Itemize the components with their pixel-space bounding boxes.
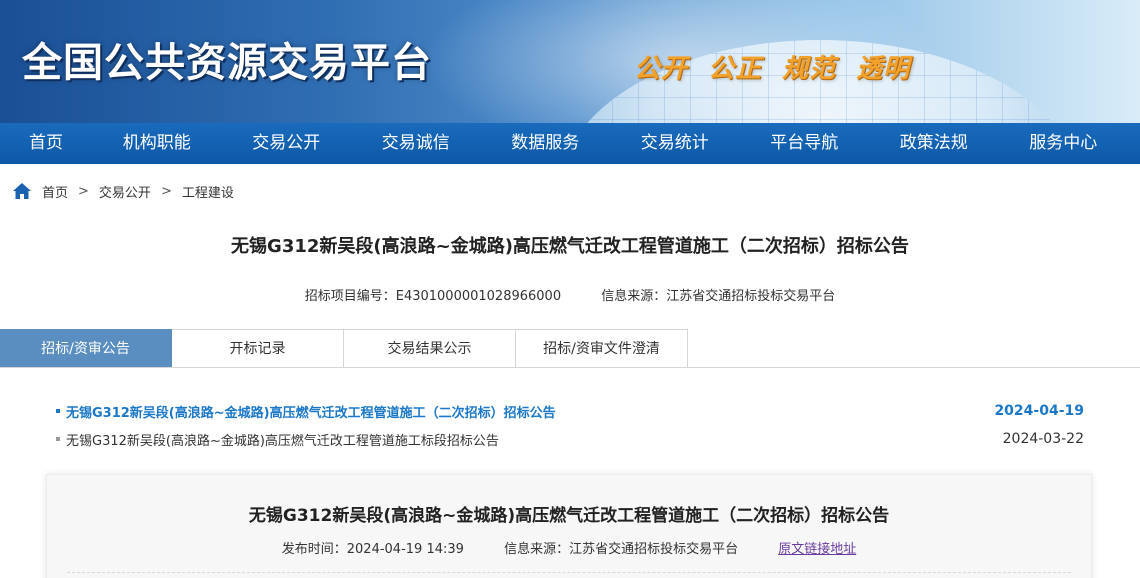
original-link[interactable]: 原文链接地址 — [778, 542, 856, 557]
breadcrumb-home[interactable]: 首页 — [42, 182, 68, 201]
breadcrumb-trade-public[interactable]: 交易公开 — [99, 182, 151, 201]
tab-clarification[interactable]: 招标/资审文件澄清 — [516, 329, 688, 368]
tab-result-publicity[interactable]: 交易结果公示 — [344, 329, 516, 368]
tab-bid-opening[interactable]: 开标记录 — [172, 329, 344, 368]
list-item-title[interactable]: 无锡G312新吴段(高浪路~金城路)高压燃气迁改工程管道施工标段招标公告 — [66, 430, 1003, 449]
bullet-icon — [56, 437, 60, 441]
tab-divider — [0, 367, 1140, 368]
page-title: 无锡G312新吴段(高浪路~金城路)高压燃气迁改工程管道施工（二次招标）招标公告 — [231, 236, 909, 257]
article-title: 无锡G312新吴段(高浪路~金城路)高压燃气迁改工程管道施工（二次招标）招标公告 — [248, 506, 890, 526]
list-item[interactable]: 无锡G312新吴段(高浪路~金城路)高压燃气迁改工程管道施工标段招标公告 202… — [56, 428, 1084, 450]
project-number: 招标项目编号：E4301000001028966000 — [304, 289, 562, 304]
breadcrumb-separator: > — [160, 183, 172, 199]
tab-bar: 招标/资审公告 开标记录 交易结果公示 招标/资审文件澄清 — [0, 329, 688, 368]
nav-item-data-service[interactable]: 数据服务 — [481, 123, 611, 164]
site-title: 全国公共资源交易平台 — [22, 40, 432, 86]
publish-time: 发布时间：2024-04-19 14:39 — [281, 542, 464, 557]
nav-item-policy[interactable]: 政策法规 — [869, 123, 999, 164]
nav-item-trade-public[interactable]: 交易公开 — [222, 123, 352, 164]
site-banner: 全国公共资源交易平台 公开 公正 规范 透明 — [0, 0, 1140, 123]
project-meta: 招标项目编号：E4301000001028966000 信息来源：江苏省交通招标… — [0, 285, 1140, 304]
article-divider — [67, 572, 1071, 573]
main-nav: 首页 机构职能 交易公开 交易诚信 数据服务 交易统计 平台导航 政策法规 服务… — [0, 123, 1140, 164]
article-source: 信息来源：江苏省交通招标投标交易平台 — [504, 542, 739, 557]
nav-item-service[interactable]: 服务中心 — [999, 123, 1129, 164]
breadcrumb-engineering[interactable]: 工程建设 — [182, 182, 234, 201]
info-source: 信息来源：江苏省交通招标投标交易平台 — [601, 289, 836, 304]
nav-item-statistics[interactable]: 交易统计 — [610, 123, 740, 164]
site-slogan: 公开 公正 规范 透明 — [634, 54, 911, 84]
list-item-title[interactable]: 无锡G312新吴段(高浪路~金城路)高压燃气迁改工程管道施工（二次招标）招标公告 — [66, 402, 994, 421]
nav-item-functions[interactable]: 机构职能 — [92, 123, 222, 164]
list-item-date: 2024-04-19 — [994, 403, 1084, 419]
article-card: 无锡G312新吴段(高浪路~金城路)高压燃气迁改工程管道施工（二次招标）招标公告… — [46, 474, 1092, 578]
list-item-date: 2024-03-22 — [1002, 431, 1084, 447]
tab-tender-notice[interactable]: 招标/资审公告 — [0, 329, 172, 368]
breadcrumb-separator: > — [78, 183, 89, 199]
nav-item-home[interactable]: 首页 — [0, 123, 92, 164]
list-item[interactable]: 无锡G312新吴段(高浪路~金城路)高压燃气迁改工程管道施工（二次招标）招标公告… — [56, 400, 1084, 422]
home-icon[interactable] — [12, 182, 32, 200]
breadcrumb: 首页 > 交易公开 > 工程建设 — [12, 180, 234, 202]
nav-item-platform-nav[interactable]: 平台导航 — [740, 123, 870, 164]
nav-item-trade-credit[interactable]: 交易诚信 — [351, 123, 481, 164]
bullet-icon — [56, 409, 60, 413]
article-meta: 发布时间：2024-04-19 14:39 信息来源：江苏省交通招标投标交易平台… — [47, 538, 1091, 557]
